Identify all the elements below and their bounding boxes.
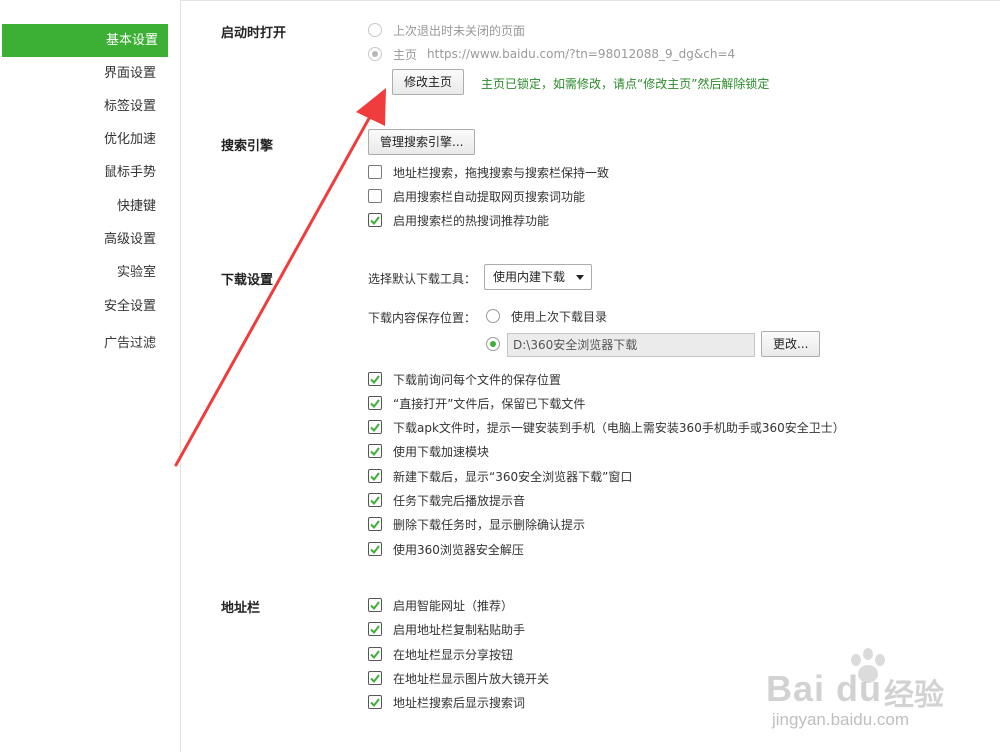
addressbar-option-smart-url[interactable]: 启用智能网址（推荐） bbox=[368, 595, 513, 615]
download-option-delete-confirm-label: 删除下载任务时，显示删除确认提示 bbox=[393, 517, 586, 532]
section-title-download: 下载设置 bbox=[221, 273, 274, 288]
checkbox-paste-helper[interactable] bbox=[368, 622, 382, 636]
download-option-apk[interactable]: 下载apk文件时，提示一键安装到手机（电脑上需安装360手机助手或360安全卫士… bbox=[368, 417, 845, 437]
radio-last-session[interactable] bbox=[368, 23, 382, 37]
checkbox-magnifier[interactable] bbox=[368, 671, 382, 685]
addressbar-option-search-terms-label: 地址栏搜索后显示搜索词 bbox=[393, 695, 526, 710]
search-option-extract[interactable]: 启用搜索栏自动提取网页搜索词功能 bbox=[368, 186, 585, 206]
sidebar-item-mouse-gestures[interactable]: 鼠标手势 bbox=[0, 156, 180, 189]
watermark-text: 经验 bbox=[884, 678, 944, 713]
sidebar-item-tabs[interactable]: 标签设置 bbox=[0, 90, 180, 123]
addressbar-option-magnifier[interactable]: 在地址栏显示图片放大镜开关 bbox=[368, 668, 549, 688]
checkbox-keep-file[interactable] bbox=[368, 396, 382, 410]
download-location-label: 下载内容保存位置： bbox=[368, 311, 477, 325]
download-option-sound-label: 任务下载完后播放提示音 bbox=[393, 493, 526, 508]
download-option-show-window[interactable]: 新建下载后，显示“360安全浏览器下载”窗口 bbox=[368, 466, 632, 486]
homepage-locked-note: 主页已锁定，如需修改，请点“修改主页”然后解除锁定 bbox=[481, 77, 770, 91]
sidebar-item-optimize[interactable]: 优化加速 bbox=[0, 123, 180, 156]
checkbox-safe-unzip[interactable] bbox=[368, 542, 382, 556]
sidebar-item-shortcuts[interactable]: 快捷键 bbox=[0, 190, 180, 223]
manage-search-engines-button[interactable]: 管理搜索引擎... bbox=[368, 129, 476, 155]
download-option-accelerate-label: 使用下载加速模块 bbox=[393, 444, 490, 459]
download-option-keep-file-label: “直接打开”文件后，保留已下载文件 bbox=[393, 396, 586, 411]
download-option-delete-confirm[interactable]: 删除下载任务时，显示删除确认提示 bbox=[368, 514, 585, 534]
download-option-safe-unzip[interactable]: 使用360浏览器安全解压 bbox=[368, 539, 524, 559]
download-option-sound[interactable]: 任务下载完后播放提示音 bbox=[368, 490, 525, 510]
watermark-brand: Bai du bbox=[766, 668, 883, 709]
radio-last-directory[interactable] bbox=[486, 309, 500, 323]
addressbar-option-share-button[interactable]: 在地址栏显示分享按钮 bbox=[368, 644, 513, 664]
checkbox-accelerate[interactable] bbox=[368, 444, 382, 458]
download-option-keep-file[interactable]: “直接打开”文件后，保留已下载文件 bbox=[368, 393, 585, 413]
download-option-apk-label: 下载apk文件时，提示一键安装到手机（电脑上需安装360手机助手或360安全卫士… bbox=[393, 420, 845, 435]
download-option-accelerate[interactable]: 使用下载加速模块 bbox=[368, 441, 489, 461]
search-option-sync[interactable]: 地址栏搜索，拖拽搜索与搜索栏保持一致 bbox=[368, 162, 609, 182]
sidebar-item-lab[interactable]: 实验室 bbox=[0, 256, 180, 289]
search-option-extract-label: 启用搜索栏自动提取网页搜索词功能 bbox=[393, 189, 586, 204]
checkbox-show-window[interactable] bbox=[368, 469, 382, 483]
modify-homepage-button[interactable]: 修改主页 bbox=[392, 69, 465, 95]
checkbox-sound[interactable] bbox=[368, 493, 382, 507]
watermark-url: jingyan.baidu.com bbox=[772, 710, 910, 729]
checkbox-search-sync[interactable] bbox=[368, 165, 382, 179]
download-option-ask-location-label: 下载前询问每个文件的保存位置 bbox=[393, 372, 562, 387]
addressbar-option-paste-helper-label: 启用地址栏复制粘贴助手 bbox=[393, 622, 526, 637]
addressbar-option-share-button-label: 在地址栏显示分享按钮 bbox=[393, 647, 514, 662]
checkbox-apk-install[interactable] bbox=[368, 420, 382, 434]
addressbar-option-search-terms[interactable]: 地址栏搜索后显示搜索词 bbox=[368, 692, 525, 712]
checkbox-smart-url[interactable] bbox=[368, 598, 382, 612]
startup-option-homepage-label: 主页 bbox=[393, 47, 418, 62]
startup-option-homepage[interactable]: 主页 https://www.baidu.com/?tn=98012088_9_… bbox=[368, 44, 735, 64]
baidu-jingyan-watermark: Bai du 经验 jingyan.baidu.com bbox=[742, 640, 992, 750]
download-tool-select[interactable]: 使用内建下载 bbox=[484, 264, 593, 290]
startup-option-last-session[interactable]: 上次退出时未关闭的页面 bbox=[368, 20, 525, 40]
section-title-startup: 启动时打开 bbox=[221, 26, 287, 41]
download-tool-label: 选择默认下载工具： bbox=[368, 272, 477, 286]
sidebar-item-basic[interactable]: 基本设置 bbox=[2, 24, 168, 57]
search-option-hot-words-label: 启用搜索栏的热搜词推荐功能 bbox=[393, 213, 550, 228]
checkbox-search-extract[interactable] bbox=[368, 189, 382, 203]
addressbar-option-paste-helper[interactable]: 启用地址栏复制粘贴助手 bbox=[368, 619, 525, 639]
download-option-safe-unzip-label: 使用360浏览器安全解压 bbox=[393, 542, 524, 557]
addressbar-option-smart-url-label: 启用智能网址（推荐） bbox=[393, 598, 514, 613]
section-title-search: 搜索引擎 bbox=[221, 139, 274, 154]
search-option-sync-label: 地址栏搜索，拖拽搜索与搜索栏保持一致 bbox=[393, 165, 610, 180]
sidebar-item-adblock[interactable]: 广告过滤 bbox=[0, 327, 180, 360]
sidebar-item-interface[interactable]: 界面设置 bbox=[0, 57, 180, 90]
sidebar-item-security[interactable]: 安全设置 bbox=[0, 290, 180, 323]
download-path-field[interactable]: D:\360安全浏览器下载 bbox=[507, 333, 755, 357]
homepage-url: https://www.baidu.com/?tn=98012088_9_dg&… bbox=[427, 47, 736, 61]
download-option-ask-location[interactable]: 下载前询问每个文件的保存位置 bbox=[368, 369, 561, 389]
radio-homepage[interactable] bbox=[368, 47, 382, 61]
section-title-addressbar: 地址栏 bbox=[221, 601, 261, 616]
addressbar-option-magnifier-label: 在地址栏显示图片放大镜开关 bbox=[393, 671, 550, 686]
radio-custom-directory[interactable] bbox=[486, 337, 500, 351]
settings-sidebar: 基本设置 界面设置 标签设置 优化加速 鼠标手势 快捷键 高级设置 实验室 安全… bbox=[0, 0, 181, 752]
checkbox-search-terms[interactable] bbox=[368, 695, 382, 709]
sidebar-item-advanced[interactable]: 高级设置 bbox=[0, 223, 180, 256]
checkbox-search-hot-words[interactable] bbox=[368, 213, 382, 227]
checkbox-ask-location[interactable] bbox=[368, 372, 382, 386]
checkbox-delete-confirm[interactable] bbox=[368, 517, 382, 531]
checkbox-share-button[interactable] bbox=[368, 647, 382, 661]
chevron-down-icon bbox=[576, 275, 585, 280]
change-download-path-button[interactable]: 更改... bbox=[761, 331, 821, 357]
download-tool-value: 使用内建下载 bbox=[493, 270, 566, 284]
search-option-hot-words[interactable]: 启用搜索栏的热搜词推荐功能 bbox=[368, 210, 549, 230]
download-location-last[interactable]: 使用上次下载目录 bbox=[486, 306, 607, 326]
download-option-show-window-label: 新建下载后，显示“360安全浏览器下载”窗口 bbox=[393, 469, 633, 484]
download-location-last-label: 使用上次下载目录 bbox=[511, 309, 608, 324]
startup-option-last-session-label: 上次退出时未关闭的页面 bbox=[393, 23, 526, 38]
